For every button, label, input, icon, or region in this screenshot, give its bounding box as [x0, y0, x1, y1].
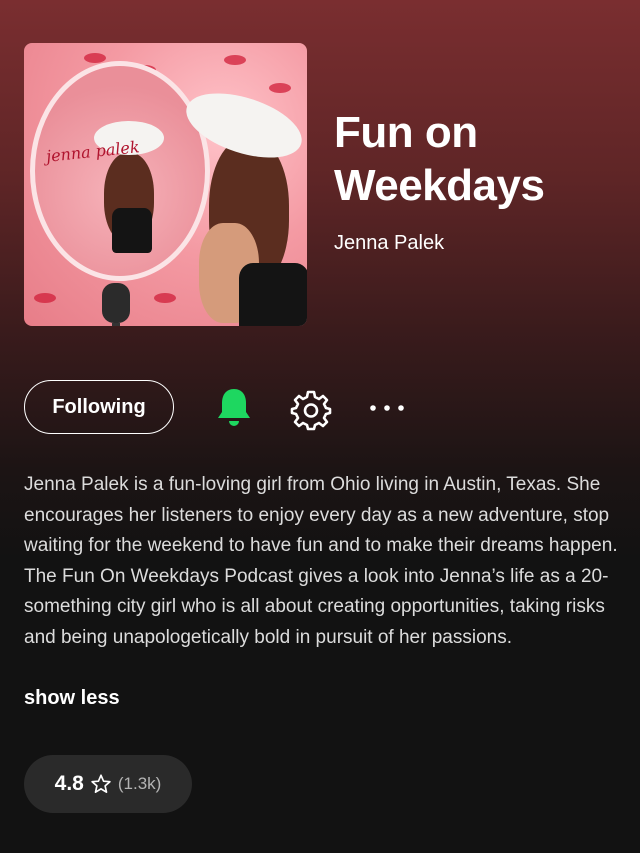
rating-count: (1.3k) — [117, 774, 162, 793]
lips-pattern — [34, 293, 56, 303]
lips-pattern — [154, 293, 176, 303]
reflection-top — [112, 208, 152, 253]
microphone — [102, 283, 130, 326]
lips-pattern — [84, 53, 106, 63]
star-icon — [91, 774, 111, 793]
rating-pill[interactable]: 4.8 (1.3k) — [24, 755, 192, 813]
gear-icon[interactable] — [290, 389, 332, 431]
bell-icon[interactable] — [214, 386, 254, 430]
rating-value: 4.8 — [54, 772, 84, 795]
show-less-link[interactable]: show less — [24, 687, 120, 710]
woman-top — [239, 263, 307, 326]
podcast-cover-image: jenna palek — [24, 43, 307, 326]
lips-pattern — [224, 55, 246, 65]
lips-pattern — [269, 83, 291, 93]
podcast-description: Jenna Palek is a fun-loving girl from Oh… — [24, 474, 618, 648]
more-options-icon[interactable] — [368, 395, 406, 421]
following-button[interactable]: Following — [24, 380, 174, 434]
podcast-title: Fun on Weekdays — [334, 108, 545, 210]
podcast-author[interactable]: Jenna Palek — [334, 232, 444, 255]
